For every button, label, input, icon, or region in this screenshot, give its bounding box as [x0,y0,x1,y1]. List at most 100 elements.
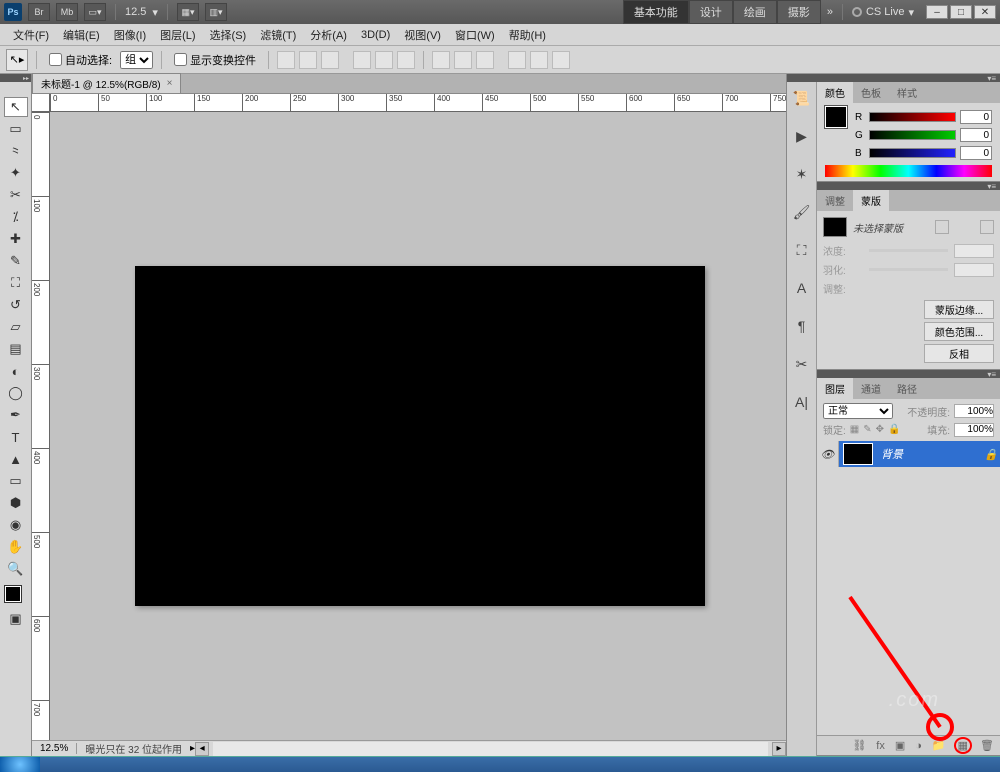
pixel-mask-icon[interactable] [935,220,949,234]
slider-g[interactable] [869,130,956,140]
marquee-tool[interactable]: ▭ [4,119,28,139]
input-g[interactable] [960,128,992,142]
character-panel-icon[interactable]: A [792,278,812,298]
chevron-down-icon[interactable]: ▾ [152,6,158,19]
layer-row-background[interactable]: 👁 背景 🔒 [817,441,1000,467]
tools-collapse-handle[interactable] [0,74,31,82]
color-swatches[interactable] [5,586,27,608]
paragraph-panel-icon[interactable]: ¶ [792,316,812,336]
crop-tool[interactable]: ✂ [4,185,28,205]
slider-r[interactable] [869,112,956,122]
screen-mode-icon[interactable]: ▭▾ [84,3,106,21]
clone-source-panel-icon[interactable]: ⛶ [792,240,812,260]
adjustment-layer-icon[interactable]: ◑ [915,740,922,752]
distribute-left-icon[interactable] [508,51,526,69]
menu-analysis[interactable]: 分析(A) [303,25,354,45]
workspace-design[interactable]: 设计 [689,0,733,24]
start-button[interactable] [0,757,40,772]
align-bottom-icon[interactable] [321,51,339,69]
pen-tool[interactable]: ✒ [4,405,28,425]
blur-tool[interactable]: ◐ [4,361,28,381]
lock-position-icon[interactable]: ✥ [876,424,884,435]
align-left-icon[interactable] [353,51,371,69]
lasso-tool[interactable]: ⺀ [4,141,28,161]
color-swatch[interactable] [825,106,847,128]
tab-swatches[interactable]: 色板 [853,82,889,103]
maximize-icon[interactable]: □ [950,5,972,19]
quick-mask-icon[interactable]: ▣ [4,609,28,629]
hand-tool[interactable]: ✋ [4,537,28,557]
slider-b[interactable] [869,148,956,158]
move-tool[interactable]: ↖ [4,97,28,117]
distribute-top-icon[interactable] [432,51,450,69]
align-hcenter-icon[interactable] [375,51,393,69]
minimize-icon[interactable]: – [926,5,948,19]
layer-name[interactable]: 背景 [877,446,982,462]
auto-select-mode-select[interactable]: 组 [120,51,153,69]
lock-all-icon[interactable]: 🔒 [888,424,900,435]
eraser-tool[interactable]: ▱ [4,317,28,337]
tab-masks[interactable]: 蒙版 [853,190,889,211]
auto-select-checkbox[interactable]: 自动选择: [45,52,116,68]
auto-select-check[interactable] [49,53,62,66]
workspace-more-icon[interactable]: » [821,3,839,21]
opacity-input[interactable] [954,404,994,418]
link-layers-icon[interactable]: ⛓ [852,739,866,752]
brushes-panel-icon[interactable]: ✶ [792,164,812,184]
align-right-icon[interactable] [397,51,415,69]
menu-3d[interactable]: 3D(D) [354,27,397,43]
info-panel-icon[interactable]: A| [792,392,812,412]
brush-presets-panel-icon[interactable]: 🖌 [792,202,812,222]
close-icon[interactable]: ✕ [974,5,996,19]
menu-window[interactable]: 窗口(W) [448,25,502,45]
healing-brush-tool[interactable]: ✚ [4,229,28,249]
history-panel-icon[interactable]: 📜 [792,88,812,108]
launch-minibridge-icon[interactable]: Mb [56,3,78,21]
distribute-right-icon[interactable] [552,51,570,69]
scroll-left-icon[interactable]: ◂ [195,742,209,756]
density-slider[interactable] [869,249,948,252]
eyedropper-tool[interactable]: ⁒ [4,207,28,227]
ruler-vertical[interactable]: 0100200300400500600700 [32,112,50,756]
tab-adjustments[interactable]: 调整 [817,190,853,211]
lock-pixels-icon[interactable]: ✎ [863,424,871,435]
document-tab[interactable]: 未标题-1 @ 12.5%(RGB/8) × [32,73,181,93]
lock-transparency-icon[interactable]: ▦ [850,424,859,435]
cs-live-button[interactable]: CS Live ▾ [846,6,920,19]
menu-filter[interactable]: 滤镜(T) [253,25,303,45]
os-taskbar[interactable] [0,756,1000,772]
align-vcenter-icon[interactable] [299,51,317,69]
distribute-hcenter-icon[interactable] [530,51,548,69]
workspace-photography[interactable]: 摄影 [777,0,821,24]
input-r[interactable] [960,110,992,124]
view-extras-icon[interactable]: ▦▾ [177,3,199,21]
show-transform-check[interactable] [174,53,187,66]
vector-mask-icon[interactable] [980,220,994,234]
distribute-vcenter-icon[interactable] [454,51,472,69]
move-tool-icon[interactable]: ↖▸ [6,49,28,71]
document-canvas[interactable] [135,266,705,606]
clone-stamp-tool[interactable]: ⛶ [4,273,28,293]
blend-mode-select[interactable]: 正常 [823,403,893,419]
path-select-tool[interactable]: ▲ [4,449,28,469]
brush-tool[interactable]: ✎ [4,251,28,271]
foreground-color[interactable] [5,586,21,602]
titlebar-zoom-value[interactable]: 12.5 [125,6,146,18]
close-tab-icon[interactable]: × [167,78,173,89]
menu-edit[interactable]: 编辑(E) [56,25,107,45]
ruler-horizontal[interactable]: 0501001502002503003504004505005506006507… [50,94,786,112]
mask-edge-button[interactable]: 蒙版边缘... [924,300,994,319]
workspace-painting[interactable]: 绘画 [733,0,777,24]
distribute-bottom-icon[interactable] [476,51,494,69]
horizontal-scrollbar[interactable] [213,742,768,756]
new-layer-icon[interactable]: ▦ [956,739,970,752]
layer-mask-icon[interactable]: ▣ [895,739,905,752]
quick-select-tool[interactable]: ✦ [4,163,28,183]
layer-style-icon[interactable]: fx [876,740,885,752]
3d-tool[interactable]: ⬢ [4,493,28,513]
type-tool[interactable]: T [4,427,28,447]
tab-styles[interactable]: 样式 [889,82,925,103]
color-range-button[interactable]: 颜色范围... [924,322,994,341]
status-zoom[interactable]: 12.5% [32,743,77,754]
history-brush-tool[interactable]: ↺ [4,295,28,315]
